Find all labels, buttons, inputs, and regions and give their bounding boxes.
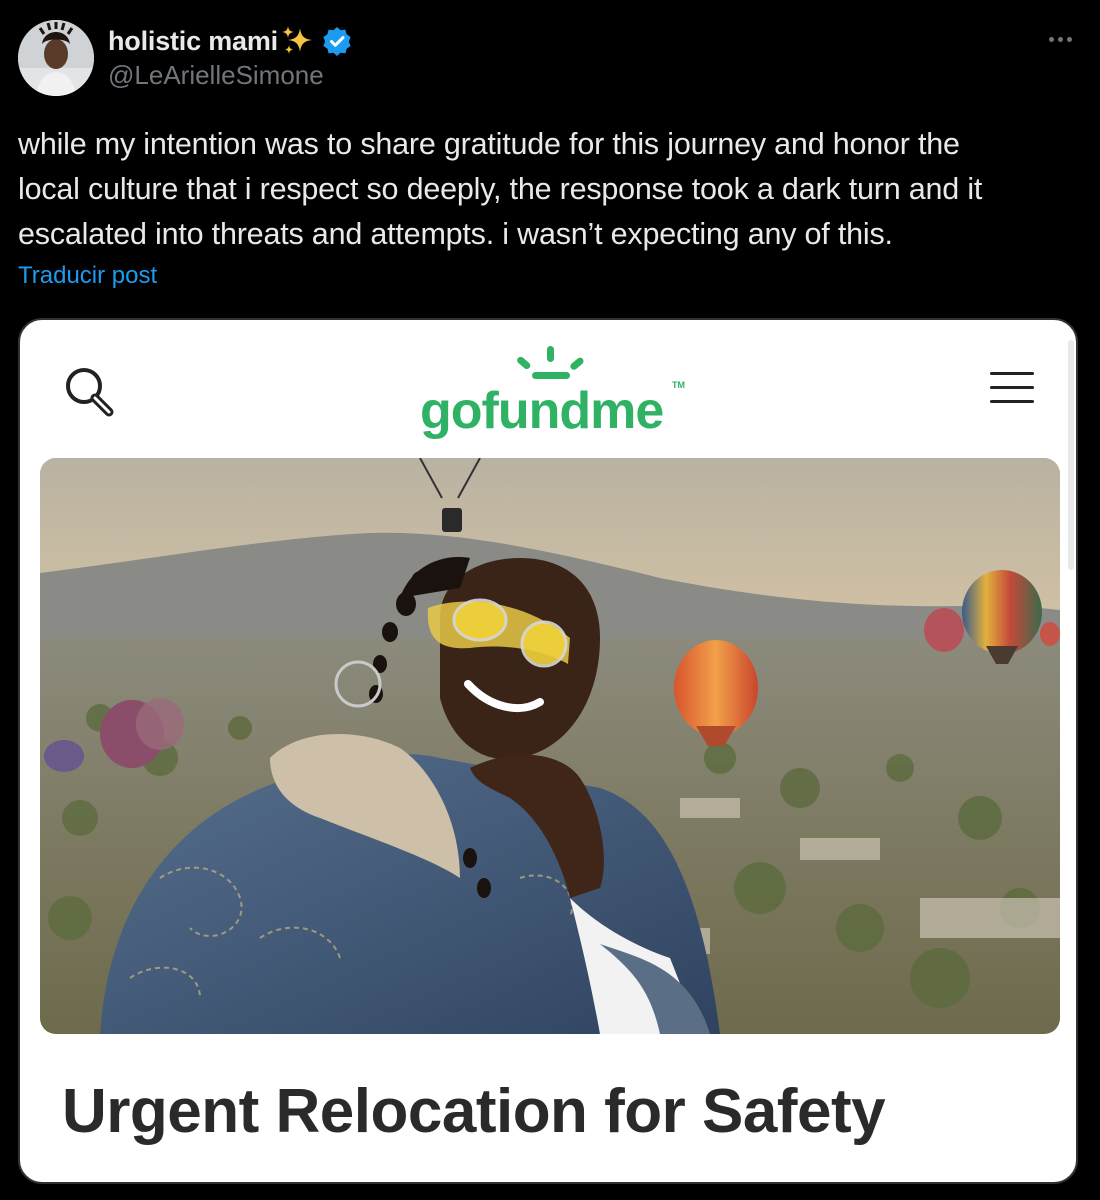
author-handle[interactable]: @LeArielleSimone xyxy=(108,60,352,91)
more-dots-icon xyxy=(1048,36,1054,42)
display-name-row: holistic mami xyxy=(108,22,352,60)
hamburger-menu-icon[interactable] xyxy=(988,368,1036,408)
tweet-text-line: local culture that i respect so deeply, … xyxy=(18,172,983,206)
translate-post-link[interactable]: Traducir post xyxy=(18,262,157,290)
campaign-title: Urgent Relocation for Safety xyxy=(62,1077,886,1146)
search-icon[interactable] xyxy=(62,364,118,420)
tweet-header: holistic mami @LeArielleSimone xyxy=(18,20,1082,100)
sparkles-icon xyxy=(280,24,314,58)
campaign-photo xyxy=(40,458,1060,1034)
tweet-text: while my intention was to share gratitud… xyxy=(18,122,1090,257)
avatar[interactable] xyxy=(18,20,94,96)
tweet-text-line: escalated into threats and attempts. i w… xyxy=(18,217,893,251)
trademark-mark: TM xyxy=(672,380,685,390)
gofundme-wordmark: gofundme xyxy=(420,382,663,440)
tweet-text-line: while my intention was to share gratitud… xyxy=(18,127,960,161)
author-names: holistic mami @LeArielleSimone xyxy=(108,22,352,91)
embedded-screenshot-card[interactable]: gofundme TM Urgent Relocation for Safety xyxy=(18,318,1078,1184)
gofundme-logo[interactable]: gofundme TM xyxy=(416,342,696,442)
verified-badge-icon[interactable] xyxy=(322,26,352,56)
more-dots-icon xyxy=(1057,36,1063,42)
display-name[interactable]: holistic mami xyxy=(108,26,278,57)
more-dots-icon xyxy=(1066,36,1072,42)
scrollbar xyxy=(1068,340,1074,570)
more-options-button[interactable] xyxy=(1040,24,1080,54)
